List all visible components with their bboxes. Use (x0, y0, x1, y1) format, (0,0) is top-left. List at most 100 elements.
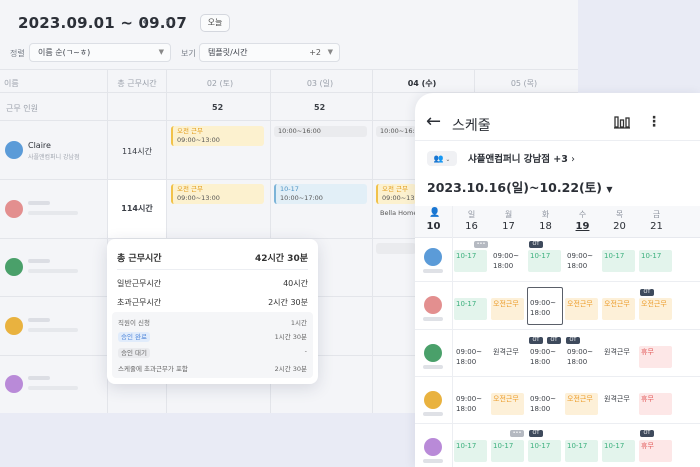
day-number-selected[interactable]: 19 (564, 221, 601, 232)
ot-tag: OT (547, 337, 561, 344)
view-label: 보기 (181, 49, 196, 58)
group-filter-button[interactable]: 👥 ⌄ (427, 151, 457, 166)
day-name: 일 (467, 210, 476, 219)
bar-chart-icon[interactable] (614, 115, 630, 129)
breakdown-row: 스케줄에 초과근무가 포함 2시간 30분 (118, 363, 307, 373)
day-name: 월 (504, 210, 513, 219)
store-selector[interactable]: 샤플앤컴퍼니 강남점 +3 › (468, 151, 575, 165)
day-header[interactable]: 02 (토) (168, 78, 272, 89)
shift-time: 09:00~13:00 (177, 136, 220, 144)
day-number[interactable]: 16 (453, 221, 490, 232)
day-header[interactable]: 03 (일) (270, 78, 370, 89)
shift-cell[interactable]: 오전근무 (565, 298, 598, 320)
shift-cell[interactable]: 오전 근무 09:00~13:00 (171, 184, 264, 204)
org-placeholder (28, 269, 78, 273)
more-tag: ••• (510, 430, 524, 437)
shift-cell[interactable] (376, 243, 416, 254)
shift-cell[interactable]: 10-17 (639, 250, 672, 272)
shift-cell[interactable]: 10-17 (528, 250, 561, 272)
day-number[interactable]: 21 (638, 221, 675, 232)
shift-cell[interactable]: 휴무 (639, 393, 672, 415)
shift-cell[interactable]: 오전근무 (491, 298, 524, 320)
shift-cell-selected[interactable]: 09:00~ 18:00 (527, 287, 563, 325)
shift-cell[interactable]: 원격근무 (602, 393, 635, 415)
approved-badge: 승인 완료 (118, 332, 150, 342)
shift-cell[interactable]: 10-17 (602, 440, 635, 462)
name-placeholder (423, 365, 443, 369)
shift-cell[interactable]: 09:00~ 18:00 (454, 393, 487, 415)
request-value: 1시간 (290, 319, 307, 327)
day-name: 목 (615, 210, 624, 219)
shift-cell[interactable]: 오전 근무 09:00~13:00 (376, 184, 425, 204)
divider (0, 69, 578, 70)
shift-cell[interactable]: 오전 근무 09:00~13:00 (171, 126, 264, 146)
shift-cell[interactable]: 10-17 (602, 250, 635, 272)
col-name-header: 이름 (4, 79, 19, 88)
shift-cell[interactable]: 09:00~ 18:00 (491, 250, 524, 272)
screen-title: 스케줄 (452, 118, 491, 134)
avatar (5, 317, 23, 335)
shift-cell[interactable]: 10-17 (491, 440, 524, 462)
today-button[interactable]: 오늘 (200, 14, 230, 32)
person-icon: 👤 (429, 208, 441, 218)
divider (415, 140, 700, 141)
included-value: 2시간 30분 (274, 365, 307, 373)
tooltip-title: 총 근무시간 (117, 254, 162, 264)
divider (415, 423, 700, 424)
included-label: 스케줄에 초과근무가 포함 (118, 365, 188, 373)
shift-cell[interactable]: 10-17 (454, 440, 487, 462)
view-select[interactable]: 템플릿/시간 +2 ▼ (199, 43, 340, 62)
shift-cell[interactable]: 09:00~ 18:00 (528, 346, 561, 368)
shift-time: 09:00~13:00 (382, 194, 425, 202)
more-vertical-icon[interactable]: ⋮ (647, 114, 661, 130)
chevron-right-icon[interactable]: › (165, 14, 171, 30)
arrow-left-icon[interactable]: ← (426, 111, 441, 132)
total-hours-tooltip: 총 근무시간 42시간 30분 일반근무시간 40시간 초과근무시간 2시간 3… (107, 239, 318, 384)
shift-cell[interactable]: 휴무 (639, 440, 672, 462)
shift-cell[interactable]: 원격근무 (491, 346, 524, 368)
ot-tag: OT (529, 241, 543, 248)
overtime-breakdown: 직원이 신청 1시간 승인 완료 1시간 30분 승인 대기 - 스케줄에 초과… (112, 312, 313, 378)
shift-cell[interactable]: 09:00~ 18:00 (454, 346, 487, 368)
sort-value: 이름 순(ㄱ~ㅎ) (38, 48, 91, 57)
shift-cell[interactable]: 10-17 (454, 298, 487, 320)
shift-cell[interactable]: 10:00~16:00 (274, 126, 367, 137)
chevron-left-icon[interactable]: ‹ (142, 14, 148, 30)
shift-cell[interactable]: 10-17 (528, 440, 561, 462)
shift-cell[interactable]: 휴무 (639, 346, 672, 368)
name-placeholder (28, 201, 50, 205)
day-name: 금 (652, 210, 661, 219)
shift-cell[interactable]: 10:00~16:00 (376, 126, 423, 137)
shift-cell[interactable]: 10-17 (565, 440, 598, 462)
day-number[interactable]: 20 (601, 221, 638, 232)
sort-select[interactable]: 이름 순(ㄱ~ㅎ) ▼ (29, 43, 171, 62)
caret-down-icon: ▼ (606, 185, 613, 194)
day-number[interactable]: 18 (527, 221, 564, 232)
name-placeholder (423, 459, 443, 463)
shift-cell[interactable]: 10-17 (454, 250, 487, 272)
name-placeholder (423, 412, 443, 416)
week-selector[interactable]: 2023.10.16(일)~10.22(토) ▼ (427, 177, 612, 196)
divider (415, 329, 700, 330)
day-number[interactable]: 17 (490, 221, 527, 232)
total-hours[interactable]: 114시간 (108, 203, 166, 214)
ot-tag: OT (640, 289, 654, 296)
shift-cell[interactable]: 09:00~ 18:00 (565, 250, 598, 272)
day-header[interactable]: 04 (수) (372, 78, 472, 89)
avatar (5, 141, 23, 159)
shift-cell[interactable]: 09:00~ 18:00 (528, 393, 561, 415)
name-placeholder (28, 376, 50, 380)
org-placeholder (28, 211, 78, 215)
day-header[interactable]: 05 (목) (474, 78, 574, 89)
shift-cell[interactable]: 오전근무 (565, 393, 598, 415)
shift-cell[interactable]: 오전근무 (602, 298, 635, 320)
shift-cell[interactable]: 원격근무 (602, 346, 635, 368)
chevron-right-icon: › (571, 154, 575, 165)
shift-cell[interactable]: 10-17 10:00~17:00 (274, 184, 367, 204)
shift-cell[interactable]: 오전근무 (639, 298, 672, 320)
col-total-header: 총 근무시간 (117, 79, 157, 88)
chevron-down-icon: ▼ (327, 48, 333, 56)
shift-cell[interactable]: 오전근무 (491, 393, 524, 415)
breakdown-row: 승인 대기 - (118, 347, 307, 358)
shift-cell[interactable]: 09:00~ 18:00 (565, 346, 598, 368)
